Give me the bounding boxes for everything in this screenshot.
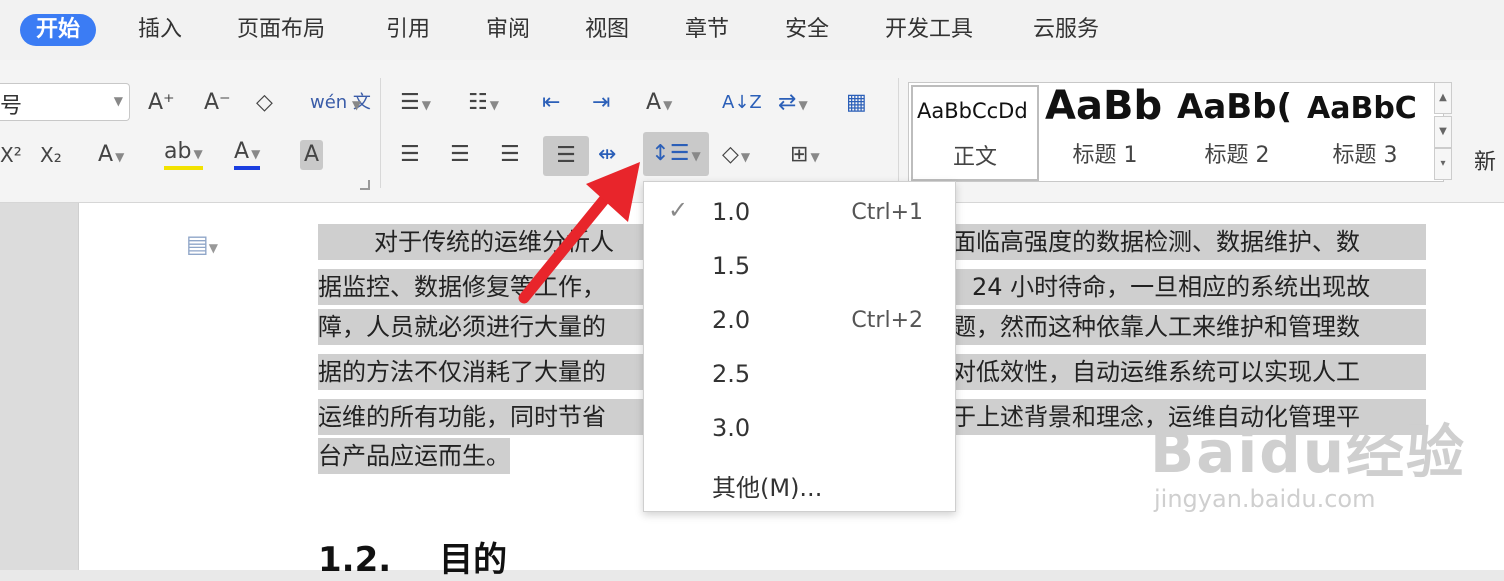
pinyin-guide-button[interactable]: wén 文 bbox=[310, 88, 371, 118]
arrow-annotation-icon bbox=[518, 162, 640, 304]
show-hide-icon: ⇄ bbox=[778, 90, 797, 115]
chevron-down-icon: ▼ bbox=[421, 98, 431, 112]
paragraph-menu-icon[interactable]: ▤▼ bbox=[186, 230, 218, 258]
style-sample: AaBb( bbox=[1177, 87, 1293, 127]
increase-indent-button[interactable]: ⇥ bbox=[592, 88, 610, 118]
font-size-value: 五号 bbox=[0, 94, 23, 119]
text-effect-icon: A bbox=[98, 142, 114, 167]
chevron-down-icon: ▼ bbox=[113, 94, 123, 108]
chinese-layout-button[interactable]: A ▼ bbox=[646, 88, 672, 120]
align-center-button[interactable]: ☰ bbox=[450, 140, 470, 170]
numbering-button[interactable]: ☷ ▼ bbox=[468, 88, 499, 120]
bullet-list-icon: ☰ bbox=[400, 90, 420, 115]
tab-home[interactable]: 开始 bbox=[20, 14, 97, 46]
style-gallery: AaBbCcDd 正文 AaBb 标题 1 AaBb( 标题 2 AaBbC 标… bbox=[908, 82, 1444, 182]
chevron-down-icon: ▼ bbox=[740, 150, 751, 164]
clear-format-button[interactable]: ◇ bbox=[256, 88, 273, 118]
dialog-launcher-icon[interactable] bbox=[360, 180, 370, 190]
chevron-down-icon: ▼ bbox=[352, 98, 362, 112]
document-gutter bbox=[0, 203, 78, 570]
style-name: 正文 bbox=[952, 145, 997, 170]
baidu-watermark: Baidu经验 jingyan.baidu.com bbox=[1150, 420, 1466, 514]
decrease-indent-button[interactable]: ⇤ bbox=[542, 88, 560, 118]
tab-insert[interactable]: 插入 bbox=[138, 14, 182, 46]
sort-button[interactable]: A↓Z bbox=[722, 88, 762, 118]
ribbon-separator bbox=[380, 78, 381, 188]
chevron-down-icon: ▼ bbox=[810, 150, 820, 164]
table-frame-button[interactable]: ▦ bbox=[846, 88, 867, 118]
grow-font-button[interactable]: A⁺ bbox=[148, 88, 175, 118]
heading-number: 1.2. bbox=[318, 540, 392, 580]
style-sample: AaBbCcDd bbox=[917, 99, 1028, 123]
style-normal[interactable]: AaBbCcDd 正文 bbox=[911, 85, 1039, 181]
watermark-url: jingyan.baidu.com bbox=[1154, 485, 1376, 513]
highlight-button[interactable]: ab ▼ bbox=[164, 140, 203, 170]
subscript-button[interactable]: X₂ bbox=[40, 140, 62, 170]
style-sample: AaBb bbox=[1045, 85, 1163, 129]
chevron-down-icon: ▼ bbox=[663, 98, 673, 112]
superscript-button[interactable]: X² bbox=[0, 140, 22, 170]
menu-item-2-5[interactable]: 2.5 bbox=[644, 348, 955, 402]
highlight-icon: ab bbox=[164, 139, 192, 164]
chinese-layout-icon: A bbox=[646, 90, 662, 115]
style-name: 标题 3 bbox=[1332, 143, 1398, 168]
text-effect-button[interactable]: A ▼ bbox=[98, 140, 124, 172]
ribbon-tabs: 开始 插入 页面布局 引用 审阅 视图 章节 安全 开发工具 云服务 bbox=[0, 0, 1504, 60]
chevron-down-icon: ▼ bbox=[489, 98, 499, 112]
show-hide-button[interactable]: ⇄ ▼ bbox=[778, 88, 808, 120]
chevron-down-icon: ▼ bbox=[193, 147, 203, 161]
tab-review[interactable]: 审阅 bbox=[486, 14, 530, 46]
chevron-down-icon: ▼ bbox=[115, 150, 125, 164]
menu-item-3-0[interactable]: 3.0 bbox=[644, 402, 955, 456]
tab-cloud[interactable]: 云服务 bbox=[1033, 14, 1099, 46]
font-size-select[interactable]: 五号 ▼ bbox=[0, 83, 130, 121]
section-heading: 1.2. 目的 bbox=[318, 532, 555, 581]
tab-view[interactable]: 视图 bbox=[585, 14, 629, 46]
tab-section[interactable]: 章节 bbox=[685, 14, 729, 46]
chevron-down-icon: ▼ bbox=[798, 98, 808, 112]
checkmark-icon: ✓ bbox=[668, 196, 689, 224]
chevron-down-icon: ▼ bbox=[691, 149, 701, 163]
font-color-button[interactable]: A ▼ bbox=[234, 139, 261, 170]
watermark-brand: Baidu经验 bbox=[1150, 418, 1467, 486]
gallery-more-button[interactable]: ▾ bbox=[1434, 148, 1452, 180]
style-heading-2[interactable]: AaBb( 标题 2 bbox=[1173, 85, 1301, 177]
numbered-list-icon: ☷ bbox=[468, 90, 488, 115]
text-line: 台产品应运而生。 bbox=[318, 438, 510, 474]
tab-references[interactable]: 引用 bbox=[386, 14, 430, 46]
menu-item-1-0[interactable]: ✓ 1.0 Ctrl+1 bbox=[644, 186, 955, 240]
style-heading-3[interactable]: AaBbC 标题 3 bbox=[1303, 85, 1427, 177]
tab-page-layout[interactable]: 页面布局 bbox=[237, 14, 325, 46]
shrink-font-button[interactable]: A⁻ bbox=[204, 88, 231, 118]
style-sample: AaBbC bbox=[1307, 91, 1417, 126]
gallery-down-button[interactable]: ▼ bbox=[1434, 116, 1452, 148]
shading-button[interactable]: ◇ ▼ bbox=[722, 140, 750, 172]
heading-text: 目的 bbox=[439, 540, 508, 580]
tab-security[interactable]: 安全 bbox=[785, 14, 829, 46]
paint-bucket-icon: ◇ bbox=[722, 142, 739, 167]
menu-item-2-0[interactable]: 2.0 Ctrl+2 bbox=[644, 294, 955, 348]
menu-item-1-5[interactable]: 1.5 bbox=[644, 240, 955, 294]
font-color-icon: A bbox=[234, 139, 250, 164]
style-name: 标题 1 bbox=[1072, 143, 1138, 168]
menu-item-other[interactable]: 其他(M)... bbox=[644, 456, 955, 510]
border-icon: ⊞ bbox=[790, 142, 809, 167]
tab-developer[interactable]: 开发工具 bbox=[885, 14, 973, 46]
gallery-up-button[interactable]: ▲ bbox=[1434, 82, 1452, 114]
style-heading-1[interactable]: AaBb 标题 1 bbox=[1041, 85, 1169, 177]
chevron-down-icon: ▼ bbox=[251, 147, 261, 161]
bullets-button[interactable]: ☰ ▼ bbox=[400, 88, 431, 120]
line-spacing-menu: ✓ 1.0 Ctrl+1 1.5 2.0 Ctrl+2 2.5 3.0 其他(M… bbox=[643, 181, 956, 512]
new-style-button[interactable]: 新 bbox=[1474, 144, 1496, 176]
borders-button[interactable]: ⊞ ▼ bbox=[790, 140, 820, 172]
char-shading-button[interactable]: A bbox=[300, 140, 324, 170]
ribbon-separator bbox=[898, 78, 899, 188]
align-left-button[interactable]: ☰ bbox=[400, 140, 420, 170]
style-name: 标题 2 bbox=[1204, 143, 1270, 168]
